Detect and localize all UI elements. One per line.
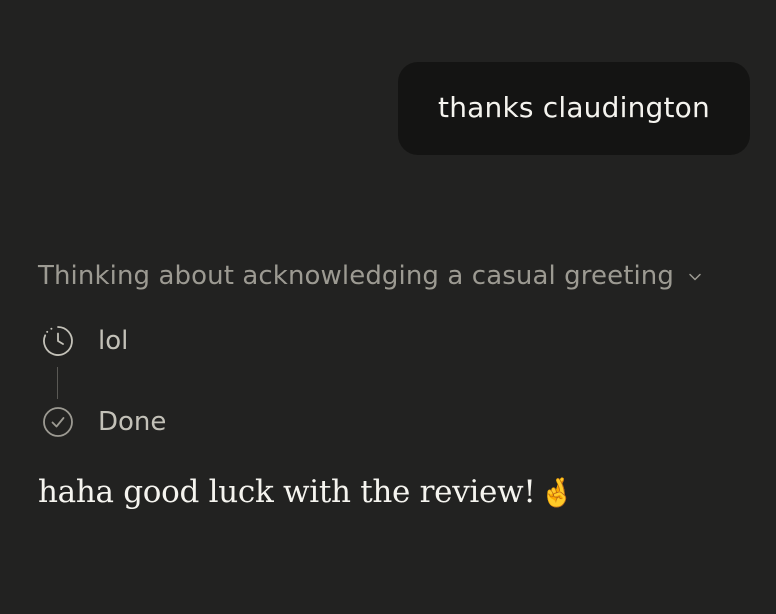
thinking-step-label: Done bbox=[98, 407, 167, 437]
check-circle-icon bbox=[40, 404, 76, 440]
assistant-message-text: haha good luck with the review! bbox=[38, 474, 536, 510]
thinking-step-label: lol bbox=[98, 326, 129, 356]
thinking-toggle[interactable]: Thinking about acknowledging a casual gr… bbox=[38, 257, 704, 295]
thinking-step: Done bbox=[40, 404, 166, 440]
step-connector bbox=[57, 367, 58, 399]
chevron-down-icon bbox=[686, 268, 704, 286]
clock-icon bbox=[40, 323, 76, 359]
crossed-fingers-emoji: 🤞 bbox=[539, 476, 575, 509]
thinking-title: Thinking about acknowledging a casual gr… bbox=[38, 261, 674, 291]
assistant-message: haha good luck with the review! 🤞 bbox=[38, 474, 574, 510]
user-message-text: thanks claudington bbox=[438, 91, 710, 124]
thinking-step: lol bbox=[40, 323, 128, 359]
user-message-bubble: thanks claudington bbox=[398, 62, 750, 155]
